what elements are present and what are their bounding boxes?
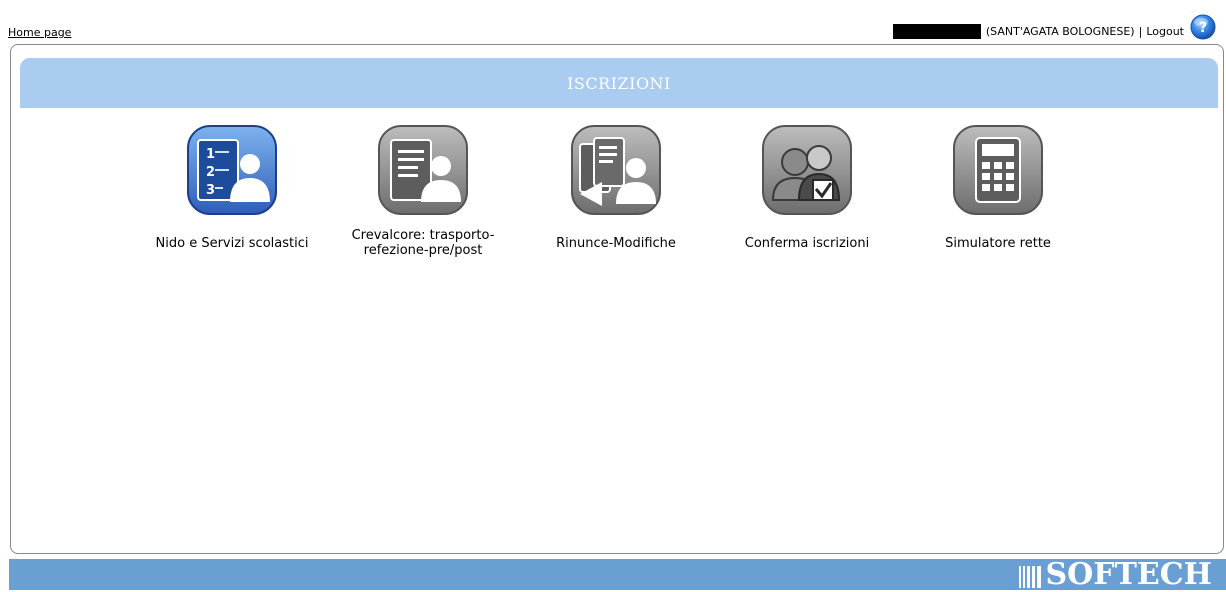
softech-bars-logo (1019, 566, 1042, 588)
tile-simulatore-rette[interactable]: Simulatore rette (903, 122, 1093, 251)
logout-link[interactable]: Logout (1146, 25, 1184, 38)
main-panel: ISCRIZIONI (10, 44, 1224, 554)
calculator-icon (953, 125, 1043, 215)
user-location: (SANT'AGATA BOLOGNESE) (985, 24, 1135, 38)
panel-header: ISCRIZIONI (20, 58, 1218, 108)
svg-text:2: 2 (206, 165, 215, 180)
svg-text:1: 1 (206, 147, 215, 162)
user-area: (SANT'AGATA BOLOGNESE) | Logout ? (892, 13, 1216, 41)
tile-crevalcore-trasporto[interactable]: Crevalcore: trasporto- refezione-pre/pos… (328, 122, 518, 258)
redacted-username (892, 23, 981, 39)
tile-label: Conferma iscrizioni (744, 236, 870, 251)
tile-label: Nido e Servizi scolastici (155, 236, 309, 251)
help-question-icon[interactable]: ? (1190, 14, 1216, 40)
home-page-link[interactable]: Home page (8, 26, 71, 39)
tile-label: Simulatore rette (945, 236, 1051, 251)
tile-label: Crevalcore: trasporto- refezione-pre/pos… (328, 228, 518, 258)
numbered-form-person-icon: 1 2 3 (187, 125, 277, 215)
separator: | (1138, 24, 1143, 38)
return-documents-person-icon (571, 125, 661, 215)
top-bar: Home page (SANT'AGATA BOLOGNESE) | Logou… (0, 0, 1226, 44)
tile-rinunce-modifiche[interactable]: Rinunce-Modifiche (521, 122, 711, 251)
page-title: ISCRIZIONI (567, 73, 671, 93)
footer-bar: SOFTECH (9, 559, 1226, 590)
tile-nido-servizi-scolastici[interactable]: 1 2 3 Nido e Servizi scolastici (137, 122, 327, 251)
tile-label: Rinunce-Modifiche (556, 236, 676, 251)
document-person-icon (378, 125, 468, 215)
svg-text:?: ? (1199, 20, 1207, 36)
tile-conferma-iscrizioni[interactable]: Conferma iscrizioni (712, 122, 902, 251)
tile-label-line2: refezione-pre/post (363, 243, 483, 258)
people-checkmark-icon (762, 125, 852, 215)
tile-label-line1: Crevalcore: trasporto- (351, 228, 495, 243)
brand-logo: SOFTECH (1019, 560, 1212, 590)
svg-text:3: 3 (206, 183, 215, 198)
brand-name: SOFTECH (1045, 557, 1212, 592)
